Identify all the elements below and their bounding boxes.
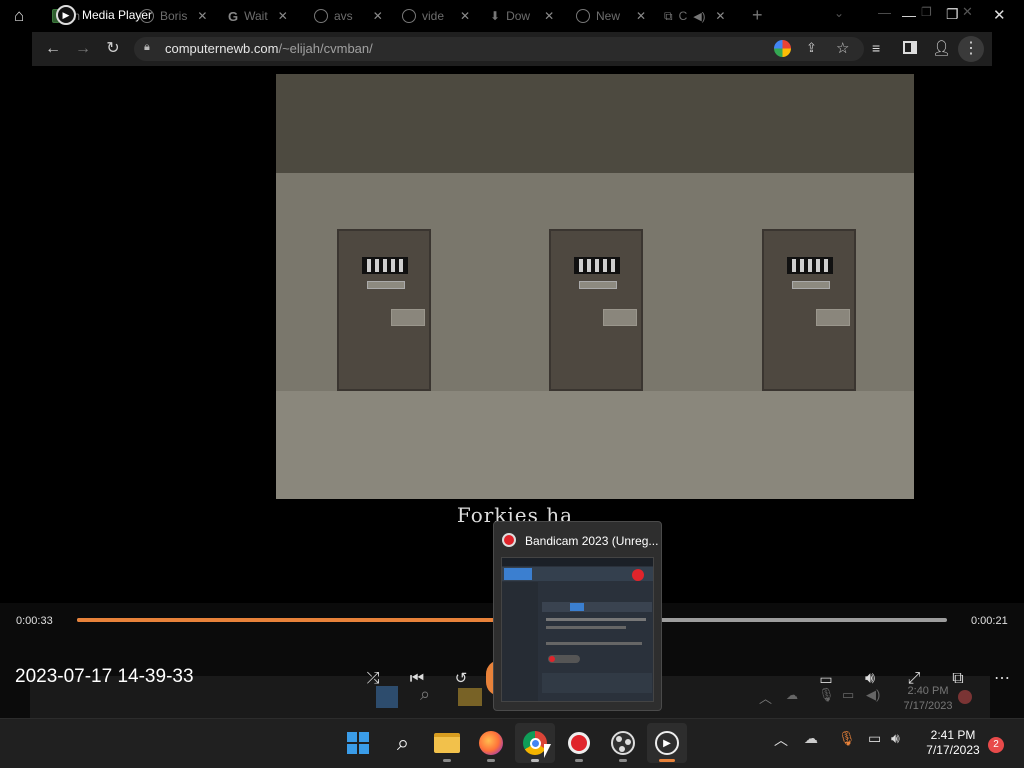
new-tab-icon[interactable]: + [752,5,763,26]
browser-tab[interactable]: Boris ✕ [134,2,207,30]
lock-icon: 🔒︎ [144,41,150,53]
cell-door [762,229,856,391]
close-tab-icon[interactable]: ✕ [278,9,288,23]
close-icon[interactable]: ✕ [993,6,1006,24]
volume-icon[interactable]: 🔊︎ [858,668,882,690]
door-grate [362,257,408,274]
door-nameplate [579,281,617,289]
network-icon: ▭ [842,687,855,702]
address-bar[interactable]: 🔒︎ computernewb.com/~elijah/cvmban/ ⇪ ☆ [134,37,864,61]
browser-minimize-icon[interactable]: — [878,5,891,20]
door-grate [574,257,620,274]
taskbar-preview-popup[interactable]: Bandicam 2023 (Unreg... [493,521,662,711]
cell-door [549,229,643,391]
url-text: computernewb.com/~elijah/cvmban/ [165,41,373,56]
door-grate [787,257,833,274]
media-control-icon[interactable]: ≡ [872,40,880,56]
current-time: 0:00:33 [16,615,53,627]
close-tab-icon[interactable]: ✕ [373,9,383,23]
rewind-10-icon[interactable]: ↺ [449,668,473,690]
volume-icon[interactable]: 🔊︎ [891,730,900,747]
download-icon: ⬇ [490,9,501,23]
share-icon[interactable]: ⇪ [806,40,817,56]
home-icon[interactable]: ⌂ [14,6,24,26]
close-tab-icon[interactable]: ✕ [544,9,554,23]
windows-start-icon[interactable] [338,723,378,763]
globe-icon [140,9,154,23]
door-slot [816,309,850,326]
door-slot [603,309,637,326]
puzzle-icon: ⧉ [664,8,673,23]
firefox-icon[interactable] [471,723,511,763]
browser-tab[interactable]: ⬇ Dow ✕ [484,2,554,30]
more-options-icon[interactable]: ⋯ [990,668,1014,690]
chevron-up-icon[interactable]: ︿ [774,730,788,750]
media-player-icon[interactable]: ▶ [647,723,687,763]
file-explorer-icon[interactable] [427,723,467,763]
browser-restore-icon[interactable]: ❐ [921,5,932,19]
forward-icon[interactable]: → [68,32,98,66]
onedrive-icon[interactable]: ☁ [804,730,818,747]
speaker-icon: ◀) [693,10,706,23]
captured-notification-badge [958,690,972,704]
seek-bar-played [77,618,512,622]
miniplayer-icon[interactable]: ⧉ [946,668,970,690]
shuffle-icon[interactable]: ⤮ [361,668,385,690]
bookmark-star-icon[interactable]: ☆ [836,39,849,57]
browser-tab[interactable]: G Wait ✕ [222,2,288,30]
back-icon[interactable]: ← [38,32,68,66]
chevron-up-icon: ︿ [759,691,773,706]
bandicam-icon [502,533,516,547]
google-g-icon: G [228,8,239,24]
chrome-icon [402,9,416,23]
onedrive-icon: ☁ [786,688,798,702]
door-slot [391,309,425,326]
close-tab-icon[interactable]: ✕ [636,9,646,23]
scene-floor [276,391,914,499]
reload-icon[interactable]: ↻ [98,32,128,66]
preview-title: Bandicam 2023 (Unreg... [525,534,659,548]
browser-close-icon[interactable]: ✕ [962,4,973,20]
fullscreen-icon[interactable]: ⤢ [902,668,926,690]
minimize-icon[interactable]: — [902,7,916,23]
scene-ceiling [276,74,914,173]
media-title: 2023-07-17 14-39-33 [15,666,194,687]
tab-search-icon[interactable]: ⌄ [834,6,844,20]
browser-menu-icon[interactable]: ⋮ [958,36,984,62]
google-icon[interactable] [774,40,791,57]
network-icon[interactable]: ▭ [868,730,881,747]
captions-icon[interactable]: ▭ [814,668,838,690]
media-player-app-icon: ▶ [56,5,76,25]
browser-tab[interactable]: New ✕ [570,2,646,30]
chrome-icon [314,9,328,23]
mouse-cursor-icon [544,744,551,758]
browser-tab[interactable]: avs ✕ [308,2,383,30]
cell-door [337,229,431,391]
search-icon[interactable]: ⌕ [383,723,423,763]
browser-tab[interactable]: ⧉ C ◀) ✕ [658,2,725,30]
chrome-icon [576,9,590,23]
profile-icon[interactable]: 👤︎ [932,39,951,57]
close-tab-icon[interactable]: ✕ [460,9,470,23]
video-frame[interactable] [276,74,914,499]
close-tab-icon[interactable]: ✕ [197,9,207,23]
door-nameplate [367,281,405,289]
microphone-icon[interactable]: 🎙︎ [838,730,856,747]
notification-badge[interactable]: 2 [988,737,1004,753]
side-panel-icon[interactable] [903,41,917,54]
system-clock[interactable]: 2:41 PM 7/17/2023 [918,728,988,758]
file-explorer-icon [458,688,482,706]
remaining-time: 0:00:21 [971,615,1008,627]
player-title-bar: ⌂ Th ▶ Media Player Boris ✕ G Wait ✕ avs… [0,0,1024,32]
previous-icon[interactable]: ⏮︎ [405,668,429,690]
browser-tab[interactable]: vide ✕ [396,2,470,30]
close-tab-icon[interactable]: ✕ [715,9,725,23]
window-thumbnail[interactable] [501,557,654,702]
door-nameplate [792,281,830,289]
restore-icon[interactable]: ❐ [946,6,959,23]
bandicam-icon[interactable] [559,723,599,763]
obs-icon[interactable] [603,723,643,763]
